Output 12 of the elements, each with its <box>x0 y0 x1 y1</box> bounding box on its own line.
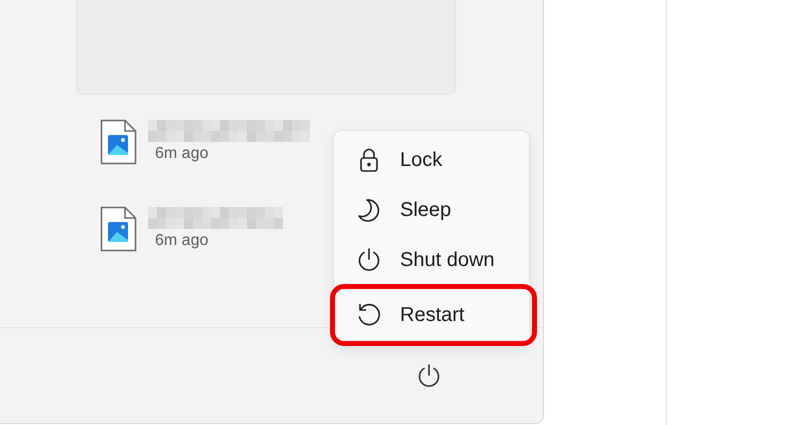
image-file-icon <box>100 206 137 252</box>
menu-item[interactable]: Shut down <box>334 235 529 285</box>
image-file-icon <box>100 119 137 165</box>
menu-item[interactable]: Sleep <box>334 185 529 235</box>
menu-item[interactable]: Restart <box>330 284 537 346</box>
power-icon[interactable] <box>416 362 442 388</box>
file-time: 6m ago <box>155 232 210 250</box>
moon-icon <box>356 197 382 223</box>
power-icon <box>356 247 382 273</box>
menu-item[interactable]: Lock <box>334 135 529 185</box>
restart-icon <box>356 302 382 328</box>
file-time: 6m ago <box>155 145 210 163</box>
